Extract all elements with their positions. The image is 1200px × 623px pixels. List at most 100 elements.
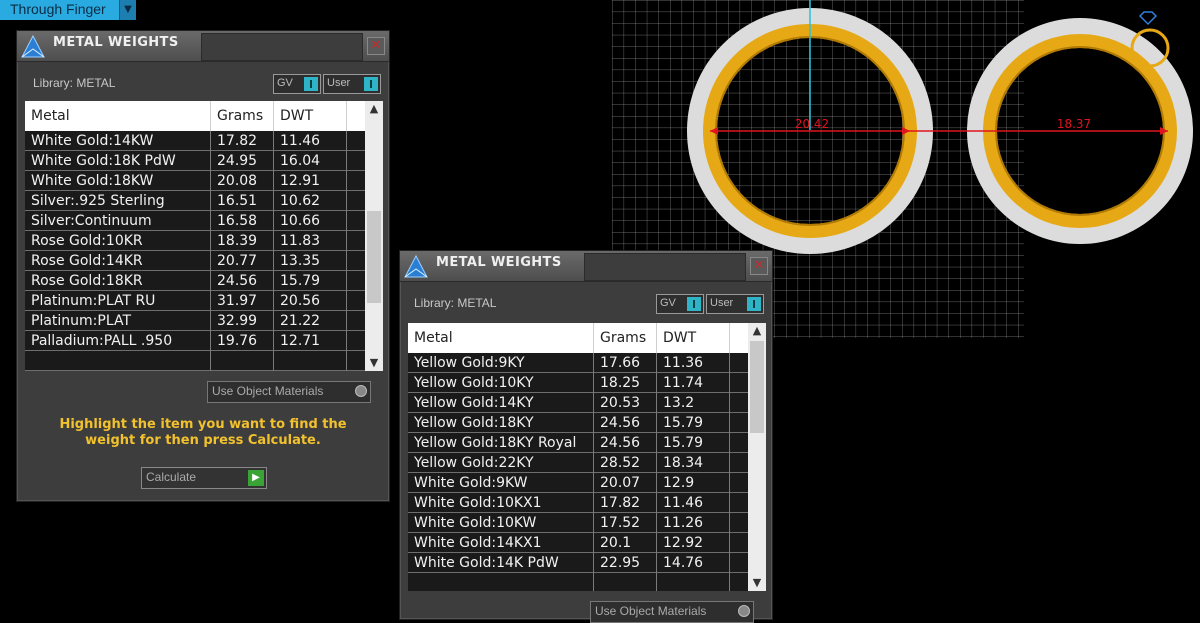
cell-grams: 20.08 <box>211 171 274 191</box>
app-logo-icon <box>21 34 45 58</box>
scrollbar-thumb[interactable] <box>750 341 764 433</box>
toggle-switch-icon <box>687 297 701 311</box>
table-row[interactable]: White Gold:9KW 20.07 12.9 <box>408 473 748 493</box>
cell-dwt: 15.79 <box>657 413 730 433</box>
metal-weights-panel: METAL WEIGHTS ✕ Library: METAL GV User M… <box>16 30 390 502</box>
table-row[interactable]: Yellow Gold:14KY 20.53 13.2 <box>408 393 748 413</box>
table-row[interactable]: Yellow Gold:22KY 28.52 18.34 <box>408 453 748 473</box>
table-row[interactable]: Rose Gold:18KR 24.56 15.79 <box>25 271 365 291</box>
cell-grams: 16.51 <box>211 191 274 211</box>
cell-grams: 19.76 <box>211 331 274 351</box>
table-row[interactable]: Yellow Gold:18KY 24.56 15.79 <box>408 413 748 433</box>
column-header-grams[interactable]: Grams <box>594 323 657 353</box>
close-icon[interactable]: ✕ <box>750 257 768 275</box>
scroll-down-icon[interactable]: ▼ <box>365 355 383 371</box>
cell-dwt <box>274 351 347 371</box>
use-object-materials-toggle[interactable]: Use Object Materials <box>207 381 371 403</box>
cell-dwt: 11.46 <box>657 493 730 513</box>
scrollbar-thumb[interactable] <box>367 211 381 303</box>
table-scrollbar[interactable]: ▲ ▼ <box>365 101 383 371</box>
cell-grams: 20.1 <box>594 533 657 553</box>
instruction-text: Highlight the item you want to find the … <box>59 417 347 448</box>
close-icon[interactable]: ✕ <box>367 37 385 55</box>
table-row[interactable]: White Gold:14KW 17.82 11.46 <box>25 131 365 151</box>
use-object-materials-toggle[interactable]: Use Object Materials <box>590 601 754 623</box>
library-label: Library: METAL <box>414 296 497 310</box>
cell-grams: 31.97 <box>211 291 274 311</box>
table-row[interactable]: White Gold:10KW 17.52 11.26 <box>408 513 748 533</box>
cell-dwt: 15.79 <box>274 271 347 291</box>
use-object-materials-label: Use Object Materials <box>212 384 324 398</box>
cell-metal: Yellow Gold:10KY <box>408 373 594 393</box>
cell-dwt: 13.35 <box>274 251 347 271</box>
cell-metal <box>25 351 211 371</box>
cell-grams: 24.56 <box>594 413 657 433</box>
cell-dwt: 20.56 <box>274 291 347 311</box>
table-row[interactable] <box>408 573 748 591</box>
cell-metal: Yellow Gold:22KY <box>408 453 594 473</box>
title-tab <box>584 253 746 281</box>
play-icon: ▶ <box>248 470 264 486</box>
cell-dwt: 10.62 <box>274 191 347 211</box>
cell-grams: 18.39 <box>211 231 274 251</box>
column-header-metal[interactable]: Metal <box>408 323 594 353</box>
table-row[interactable]: Yellow Gold:18KY Royal 24.56 15.79 <box>408 433 748 453</box>
column-header-metal[interactable]: Metal <box>25 101 211 131</box>
table-row[interactable]: White Gold:14K PdW 22.95 14.76 <box>408 553 748 573</box>
cell-dwt: 18.34 <box>657 453 730 473</box>
cell-dwt: 11.83 <box>274 231 347 251</box>
table-scrollbar[interactable]: ▲ ▼ <box>748 323 766 591</box>
cell-grams: 17.82 <box>211 131 274 151</box>
cell-dwt: 12.91 <box>274 171 347 191</box>
cell-dwt: 16.04 <box>274 151 347 171</box>
table-row[interactable]: Palladium:PALL .950 19.76 12.71 <box>25 331 365 351</box>
cell-grams: 28.52 <box>594 453 657 473</box>
view-selector[interactable]: Through Finger ▼ <box>0 0 136 20</box>
table-row[interactable]: White Gold:18KW 20.08 12.91 <box>25 171 365 191</box>
cell-metal: White Gold:9KW <box>408 473 594 493</box>
cell-dwt: 10.66 <box>274 211 347 231</box>
table-row[interactable]: Rose Gold:10KR 18.39 11.83 <box>25 231 365 251</box>
cell-grams: 24.56 <box>211 271 274 291</box>
column-header-dwt[interactable]: DWT <box>274 101 347 131</box>
gv-toggle[interactable]: GV <box>656 294 704 314</box>
table-row[interactable]: White Gold:14KX1 20.1 12.92 <box>408 533 748 553</box>
radio-icon <box>355 385 367 397</box>
table-row[interactable]: Platinum:PLAT 32.99 21.22 <box>25 311 365 331</box>
cell-metal: Rose Gold:10KR <box>25 231 211 251</box>
table-row[interactable]: Rose Gold:14KR 20.77 13.35 <box>25 251 365 271</box>
table-row[interactable]: Yellow Gold:10KY 18.25 11.74 <box>408 373 748 393</box>
table-row[interactable]: Silver:.925 Sterling 16.51 10.62 <box>25 191 365 211</box>
view-selector-label: Through Finger <box>10 1 106 17</box>
table-row[interactable]: White Gold:10KX1 17.82 11.46 <box>408 493 748 513</box>
panel-titlebar[interactable]: METAL WEIGHTS ✕ <box>400 251 772 282</box>
cell-dwt: 15.79 <box>657 433 730 453</box>
cell-dwt: 12.9 <box>657 473 730 493</box>
cell-metal: White Gold:18K PdW <box>25 151 211 171</box>
table-row[interactable] <box>25 351 365 371</box>
user-toggle-label: User <box>710 297 734 309</box>
chevron-down-icon[interactable]: ▼ <box>119 0 136 20</box>
table-row[interactable]: Silver:Continuum 16.58 10.66 <box>25 211 365 231</box>
gv-toggle[interactable]: GV <box>273 74 321 94</box>
panel-titlebar[interactable]: METAL WEIGHTS ✕ <box>17 31 389 62</box>
toggle-switch-icon <box>364 77 378 91</box>
column-header-grams[interactable]: Grams <box>211 101 274 131</box>
table-row[interactable]: Platinum:PLAT RU 31.97 20.56 <box>25 291 365 311</box>
table-row[interactable]: Yellow Gold:9KY 17.66 11.36 <box>408 353 748 373</box>
calculate-button[interactable]: Calculate ▶ <box>141 467 267 489</box>
scroll-down-icon[interactable]: ▼ <box>748 575 766 591</box>
cell-grams: 20.53 <box>594 393 657 413</box>
scroll-up-icon[interactable]: ▲ <box>365 101 383 117</box>
gv-toggle-label: GV <box>660 297 676 309</box>
user-toggle[interactable]: User <box>323 74 381 94</box>
cell-grams: 32.99 <box>211 311 274 331</box>
table-row[interactable]: White Gold:18K PdW 24.95 16.04 <box>25 151 365 171</box>
scroll-up-icon[interactable]: ▲ <box>748 323 766 339</box>
cell-grams: 20.07 <box>594 473 657 493</box>
cell-dwt: 12.92 <box>657 533 730 553</box>
column-header-dwt[interactable]: DWT <box>657 323 730 353</box>
dimension-label-left: 20.42 <box>795 117 829 131</box>
table-header: Metal Grams DWT <box>25 101 365 131</box>
user-toggle[interactable]: User <box>706 294 764 314</box>
